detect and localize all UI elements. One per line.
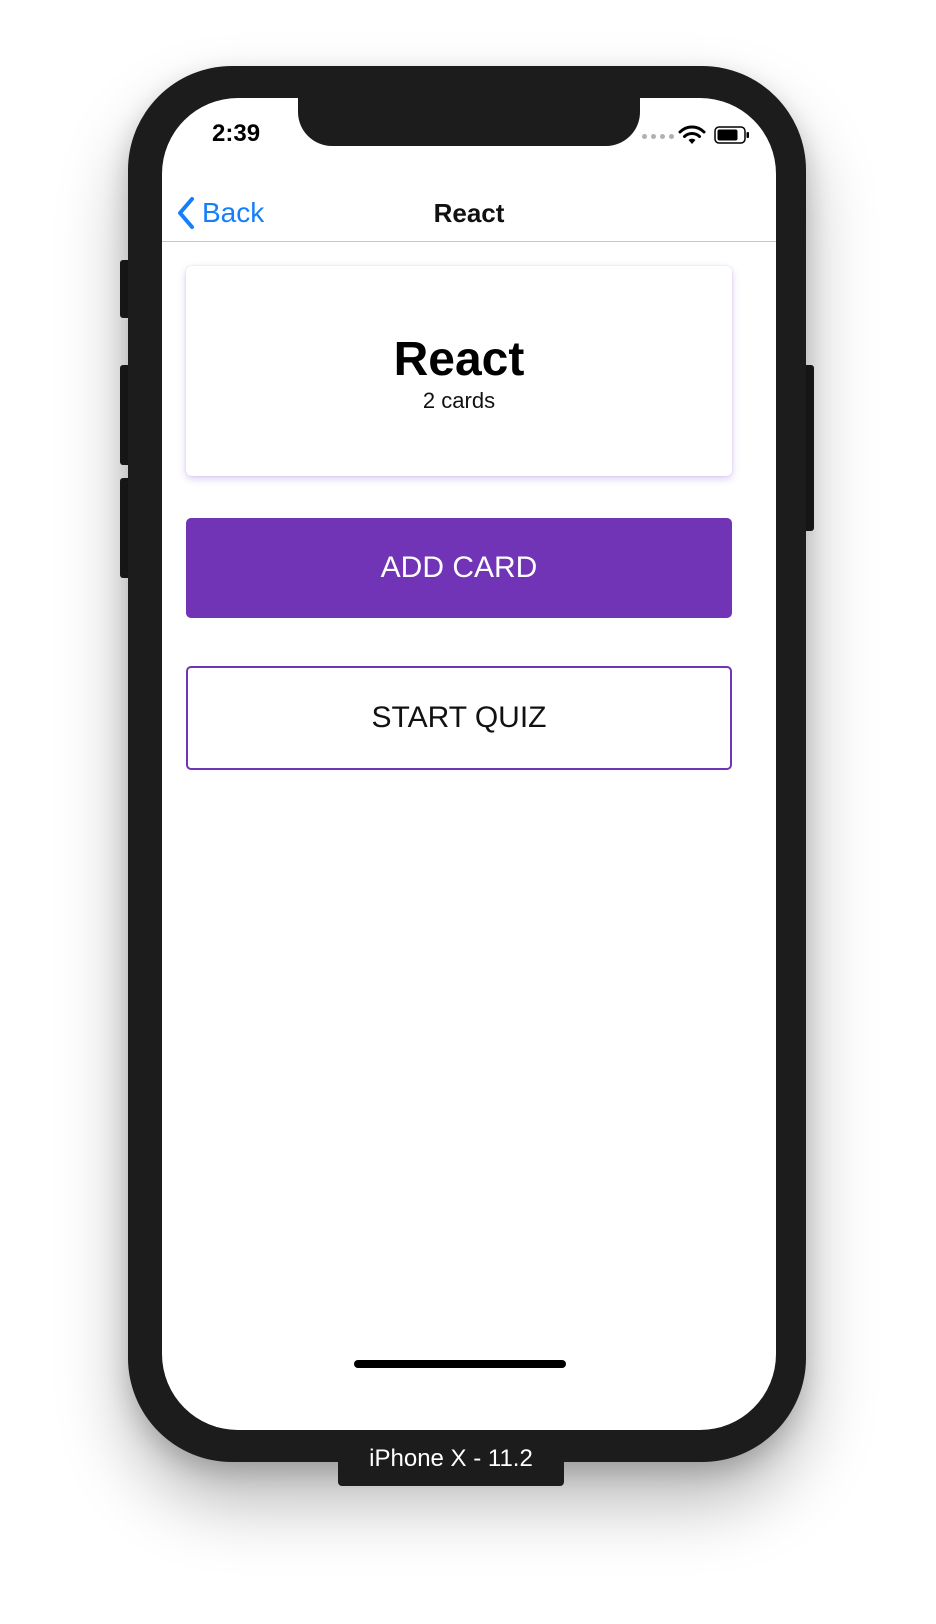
wifi-icon xyxy=(678,125,706,144)
deck-title: React xyxy=(393,333,525,386)
status-icons xyxy=(642,124,752,146)
start-quiz-button[interactable]: START QUIZ xyxy=(186,666,732,770)
battery-icon xyxy=(714,126,749,144)
deck-card-count: 2 cards xyxy=(422,388,496,413)
navigation-bar: Back React xyxy=(162,184,776,242)
nav-title: React xyxy=(433,198,505,228)
simulator-device-label: iPhone X - 11.2 xyxy=(338,1432,564,1486)
notch xyxy=(298,98,640,146)
signal-dots-icon xyxy=(642,134,674,139)
deck-card: React 2 cards xyxy=(186,266,732,476)
device-screen: 2:39 Back React React 2 cards ADD CARD S… xyxy=(162,98,776,1430)
add-card-button[interactable]: ADD CARD xyxy=(186,518,732,618)
home-indicator[interactable] xyxy=(354,1360,566,1368)
simulator-stage: 2:39 Back React React 2 cards ADD CARD S… xyxy=(0,0,936,1624)
status-time: 2:39 xyxy=(212,120,261,147)
